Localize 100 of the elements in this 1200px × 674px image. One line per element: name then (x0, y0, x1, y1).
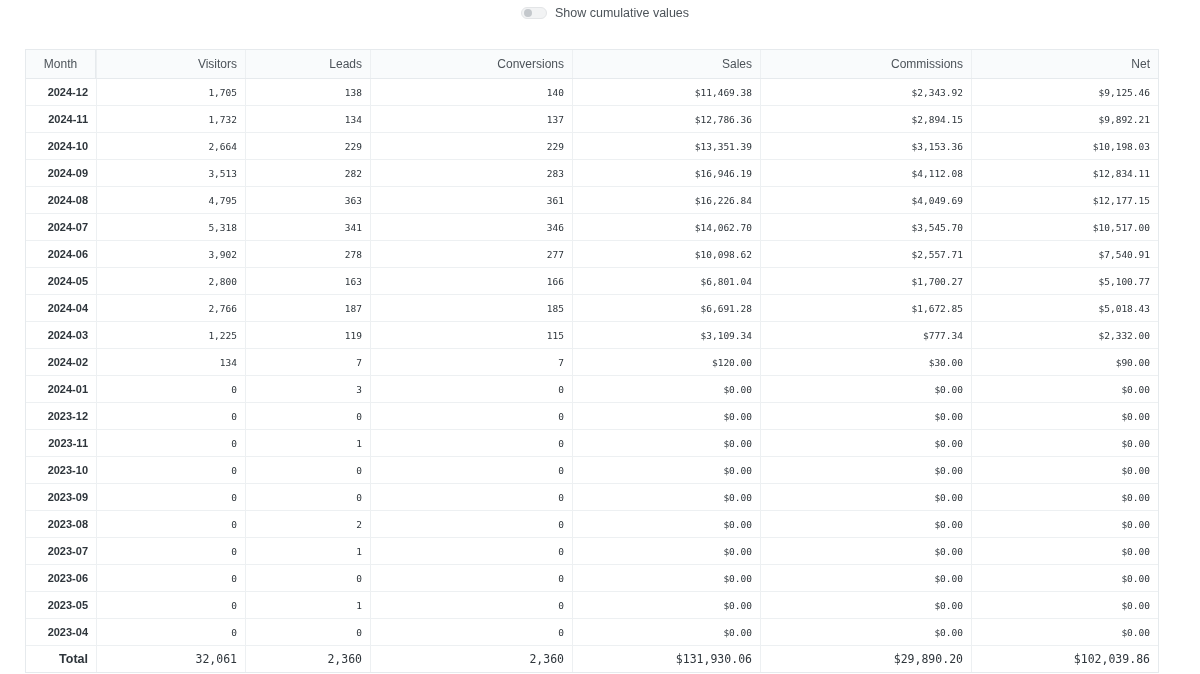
table-cell: 2,766 (96, 295, 245, 321)
toggle-switch[interactable] (520, 6, 547, 19)
table-cell: 3,902 (96, 241, 245, 267)
table-cell: 5,318 (96, 214, 245, 240)
table-cell: $12,177.15 (971, 187, 1158, 213)
table-cell: 1,705 (96, 79, 245, 105)
table-cell: $12,786.36 (572, 106, 760, 132)
table-cell: 134 (245, 106, 370, 132)
table-cell: $13,351.39 (572, 133, 760, 159)
table-cell: 0 (370, 376, 572, 402)
table-cell: 363 (245, 187, 370, 213)
table-cell: $16,946.19 (572, 160, 760, 186)
table-cell: 0 (370, 511, 572, 537)
column-header[interactable]: Leads (245, 50, 370, 78)
table-cell: 166 (370, 268, 572, 294)
table-cell: 0 (370, 565, 572, 591)
table-cell: 137 (370, 106, 572, 132)
column-header[interactable]: Visitors (96, 50, 245, 78)
month-cell-text: 2024-09 (46, 166, 89, 181)
table-cell: $3,153.36 (760, 133, 971, 159)
table-cell: $6,691.28 (572, 295, 760, 321)
table-cell: 229 (245, 133, 370, 159)
table-cell: 0 (96, 457, 245, 483)
table-cell: $9,892.21 (971, 106, 1158, 132)
month-cell-text: 2024-01 (46, 382, 89, 397)
table-cell: 0 (370, 457, 572, 483)
table-cell: $2,894.15 (760, 106, 971, 132)
column-header[interactable]: Sales (572, 50, 760, 78)
month-cell-text: 2023-11 (47, 436, 89, 451)
table-cell: 0 (96, 403, 245, 429)
table-cell: 2,664 (96, 133, 245, 159)
table-cell: $0.00 (760, 619, 971, 645)
toggle-label: Show cumulative values (554, 5, 690, 20)
table-cell: $4,049.69 (760, 187, 971, 213)
table-cell: $0.00 (760, 376, 971, 402)
table-cell: 346 (370, 214, 572, 240)
table-cell: 277 (370, 241, 572, 267)
table-cell: $10,517.00 (971, 214, 1158, 240)
table-cell: 1 (245, 430, 370, 456)
column-header[interactable]: Net (971, 50, 1158, 78)
column-header[interactable]: Commissions (760, 50, 971, 78)
table-cell: 341 (245, 214, 370, 240)
table-cell: 0 (96, 430, 245, 456)
table-cell: $2,332.00 (971, 322, 1158, 348)
table-cell: $0.00 (572, 511, 760, 537)
table-cell: 283 (370, 160, 572, 186)
month-cell-text: 2024-11 (47, 112, 89, 127)
table-cell: $0.00 (971, 376, 1158, 402)
table-cell: $131,930.06 (572, 646, 760, 672)
month-cell-text: 2024-05 (46, 274, 89, 289)
table-cell: 3 (245, 376, 370, 402)
table-cell: $6,801.04 (572, 268, 760, 294)
column-header[interactable]: Conversions (370, 50, 572, 78)
table-cell: 1,732 (96, 106, 245, 132)
table-cell: 0 (96, 376, 245, 402)
month-cell-text: 2024-12 (46, 85, 89, 100)
table-cell: 2,360 (245, 646, 370, 672)
table-cell: $9,125.46 (971, 79, 1158, 105)
table-cell: 134 (96, 349, 245, 375)
table-cell: 0 (245, 619, 370, 645)
table-cell: 4,795 (96, 187, 245, 213)
table-cell: 0 (245, 484, 370, 510)
table-cell: 229 (370, 133, 572, 159)
month-cell-text: 2024-03 (46, 328, 89, 343)
table-cell: $0.00 (572, 403, 760, 429)
table-cell: $0.00 (971, 619, 1158, 645)
table-cell: 7 (370, 349, 572, 375)
table-cell: $0.00 (572, 592, 760, 618)
table-cell: $30.00 (760, 349, 971, 375)
table-cell: $0.00 (760, 511, 971, 537)
table-cell: $3,545.70 (760, 214, 971, 240)
table-cell: $0.00 (572, 619, 760, 645)
table-cell: 163 (245, 268, 370, 294)
month-cell-text: 2024-10 (46, 139, 89, 154)
table-cell: $0.00 (760, 565, 971, 591)
table-cell: 0 (96, 619, 245, 645)
table-cell: $3,109.34 (572, 322, 760, 348)
table-cell: $777.34 (760, 322, 971, 348)
table-cell: $0.00 (971, 538, 1158, 564)
table-cell: 0 (245, 565, 370, 591)
table-cell: $14,062.70 (572, 214, 760, 240)
month-cell-text: 2023-10 (46, 463, 89, 478)
month-cell-text: 2023-09 (46, 490, 89, 505)
table-cell: 1 (245, 592, 370, 618)
table-cell: $29,890.20 (760, 646, 971, 672)
table-cell: 1 (245, 538, 370, 564)
table-cell: $0.00 (572, 538, 760, 564)
table-cell: $0.00 (971, 511, 1158, 537)
table-cell: $0.00 (971, 403, 1158, 429)
table-cell: $7,540.91 (971, 241, 1158, 267)
table-cell: 3,513 (96, 160, 245, 186)
table-cell: 115 (370, 322, 572, 348)
table-cell: 0 (370, 538, 572, 564)
table-cell: $0.00 (760, 592, 971, 618)
table-cell: $102,039.86 (971, 646, 1158, 672)
month-cell-text: 2024-07 (46, 220, 89, 235)
total-label: Total (58, 651, 89, 668)
month-cell-text: 2023-08 (46, 517, 89, 532)
month-cell-text: 2023-12 (46, 409, 89, 424)
column-header[interactable]: Month (26, 50, 96, 78)
